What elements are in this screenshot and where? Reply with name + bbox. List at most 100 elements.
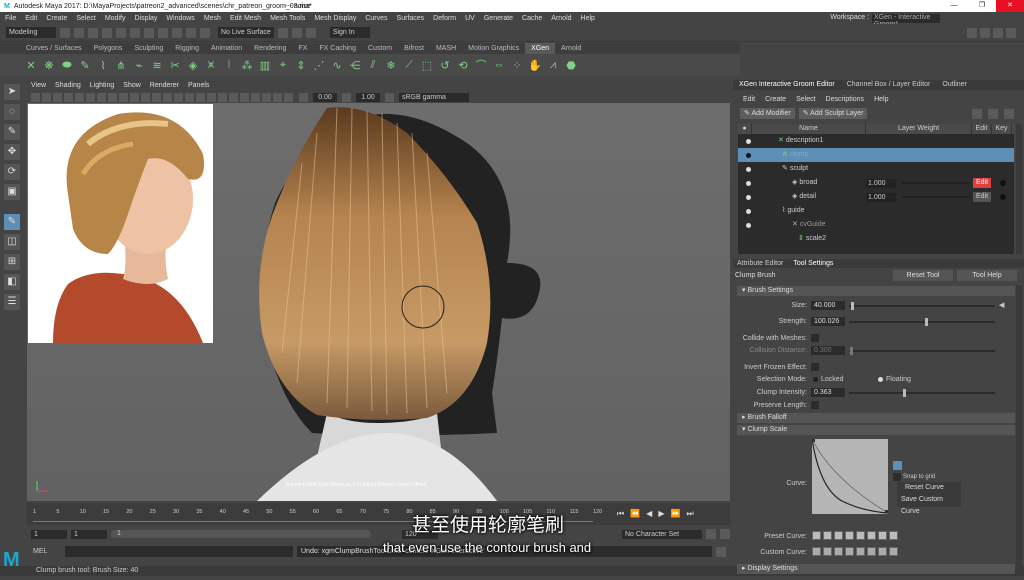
shelf-tab-fx[interactable]: FX: [292, 43, 313, 54]
invert-frozen-checkbox[interactable]: [811, 363, 819, 371]
tool-help-button[interactable]: Tool Help: [957, 269, 1017, 281]
preset-curve-1[interactable]: [812, 531, 821, 540]
xgen-paint-icon[interactable]: ✎: [78, 58, 92, 72]
xgen-length-icon[interactable]: ⇕: [294, 58, 308, 72]
vp-menu-shading[interactable]: Shading: [55, 80, 81, 91]
shelf-tab-rigging[interactable]: Rigging: [169, 43, 205, 54]
motion-blur-icon[interactable]: [229, 92, 238, 102]
shelf-tab-xgen[interactable]: XGen: [525, 43, 556, 54]
snap-to-grid-checkbox[interactable]: [893, 473, 901, 481]
backface-icon[interactable]: [284, 92, 293, 102]
tab-tool-settings[interactable]: Tool Settings: [793, 259, 833, 268]
color-management-icon[interactable]: [385, 92, 394, 102]
tree-row-detail[interactable]: ◈ detail 1.000 Edit: [738, 190, 1014, 204]
preset-curve-8[interactable]: [889, 531, 898, 540]
undo-icon[interactable]: [88, 27, 98, 38]
range-bar[interactable]: 1: [111, 530, 371, 538]
reset-tool-button[interactable]: Reset Tool: [893, 269, 953, 281]
time-slider[interactable]: 1 5 10 15 20 25 30 35 40 45 50 55 60 65 70 75 80 85 90 95 10…: [27, 503, 730, 525]
use-all-lights-icon[interactable]: [196, 92, 205, 102]
custom-curve-5[interactable]: [856, 547, 865, 556]
single-view-icon[interactable]: ◫: [4, 234, 20, 250]
lasso-tool-icon[interactable]: ◌: [4, 104, 20, 120]
collision-distance-handle[interactable]: [850, 347, 853, 355]
xgen-layer-icon[interactable]: ◈: [186, 58, 200, 72]
add-modifier-button[interactable]: ✎ Add Modifier: [740, 108, 795, 119]
workspace-dropdown[interactable]: XGen - Interactive Groom*: [872, 14, 940, 28]
range-start-field[interactable]: 1: [31, 529, 67, 539]
layer-weight-field[interactable]: 1.000: [866, 193, 896, 202]
reset-curve-button[interactable]: Reset Curve: [897, 482, 961, 494]
attribute-editor-icon[interactable]: [980, 27, 990, 38]
menu-set-dropdown[interactable]: Modeling: [6, 27, 56, 38]
anim-prefs-icon[interactable]: [720, 529, 730, 539]
tree-row-clump[interactable]: ⋔ clump: [738, 148, 1014, 162]
menu-windows[interactable]: Windows: [166, 15, 194, 22]
menu-cache[interactable]: Cache: [522, 15, 542, 22]
xgen-clumps-icon[interactable]: ⋔: [114, 58, 128, 72]
viewport-3d[interactable]: Volume Falloff Type (Press m, 0 to adjus…: [27, 103, 730, 501]
menu-edit-mesh[interactable]: Edit Mesh: [230, 15, 261, 22]
collision-distance-field[interactable]: 0.300: [811, 346, 845, 355]
speaker-icon[interactable]: ◀: [999, 301, 1004, 309]
exposure-field[interactable]: 0.00: [313, 92, 337, 102]
film-gate-icon[interactable]: [86, 92, 95, 102]
shelf-tab-custom[interactable]: Custom: [362, 43, 398, 54]
col-edit[interactable]: Edit: [972, 124, 992, 134]
xgen-noise-brush-icon[interactable]: ⁘: [510, 58, 524, 72]
render-settings-icon[interactable]: [305, 27, 316, 38]
delete-icon[interactable]: [1004, 108, 1014, 119]
step-forward-icon[interactable]: ⏩: [670, 509, 680, 519]
xgen-splines-icon[interactable]: ⦚: [222, 58, 236, 72]
groom-menu-descriptions[interactable]: Descriptions: [826, 94, 865, 105]
menu-curves[interactable]: Curves: [365, 15, 387, 22]
safe-action-icon[interactable]: [130, 92, 139, 102]
custom-curve-6[interactable]: [867, 547, 876, 556]
shelf-tab-rendering[interactable]: Rendering: [248, 43, 292, 54]
select-object-icon[interactable]: [130, 27, 140, 38]
antialiasing-icon[interactable]: [240, 92, 249, 102]
xgen-freeze-icon[interactable]: ❄: [384, 58, 398, 72]
shelf-tab-fx-caching[interactable]: FX Caching: [313, 43, 362, 54]
shelf-tab-bifrost[interactable]: Bifrost: [398, 43, 430, 54]
xgen-pinch-icon[interactable]: ⩘: [546, 58, 560, 72]
tree-row-cvguide[interactable]: ✕ cvGuide: [738, 218, 1014, 232]
go-to-end-icon[interactable]: ⏭: [686, 509, 693, 519]
tree-row-guide[interactable]: ⌇ guide: [738, 204, 1014, 218]
xgen-orient-icon[interactable]: ↺: [438, 58, 452, 72]
scale-tool-icon[interactable]: ▣: [4, 184, 20, 200]
menu-display[interactable]: Display: [134, 15, 157, 22]
preset-curve-7[interactable]: [878, 531, 887, 540]
visibility-dot[interactable]: [746, 209, 751, 214]
command-input[interactable]: [65, 546, 293, 557]
pin-icon[interactable]: [988, 108, 998, 119]
menu-modify[interactable]: Modify: [105, 15, 126, 22]
folder-icon[interactable]: [60, 27, 70, 38]
rotate-tool-icon[interactable]: ⟳: [4, 164, 20, 180]
add-sculpt-layer-button[interactable]: ✎ Add Sculpt Layer: [798, 108, 868, 119]
gamma-icon[interactable]: [342, 92, 351, 102]
exposure-icon[interactable]: [299, 92, 308, 102]
preset-curve-2[interactable]: [823, 531, 832, 540]
section-brush-settings[interactable]: ▾ Brush Settings: [737, 286, 1015, 296]
shelf-tab-animation[interactable]: Animation: [205, 43, 248, 54]
go-to-start-icon[interactable]: ⏮: [617, 509, 624, 519]
clump-intensity-handle[interactable]: [903, 389, 906, 397]
auto-key-icon[interactable]: [706, 529, 716, 539]
redo-icon[interactable]: [102, 27, 112, 38]
grid-icon[interactable]: [75, 92, 84, 102]
wireframe-icon[interactable]: [152, 92, 161, 102]
xray-icon[interactable]: [262, 92, 271, 102]
xgen-twist-icon[interactable]: ⟲: [456, 58, 470, 72]
menu-file[interactable]: File: [5, 15, 16, 22]
outliner-layout-icon[interactable]: ☰: [4, 294, 20, 310]
menu-uv[interactable]: UV: [465, 15, 475, 22]
custom-curve-2[interactable]: [823, 547, 832, 556]
collide-checkbox[interactable]: [811, 334, 819, 342]
render-icon[interactable]: [277, 27, 288, 38]
play-forward-icon[interactable]: ▶: [658, 509, 664, 519]
preset-curve-4[interactable]: [845, 531, 854, 540]
tree-row-description1[interactable]: ✕ description1: [738, 134, 1014, 148]
tab-channel-box[interactable]: Channel Box / Layer Editor: [847, 80, 931, 90]
snap-point-icon[interactable]: [186, 27, 196, 38]
